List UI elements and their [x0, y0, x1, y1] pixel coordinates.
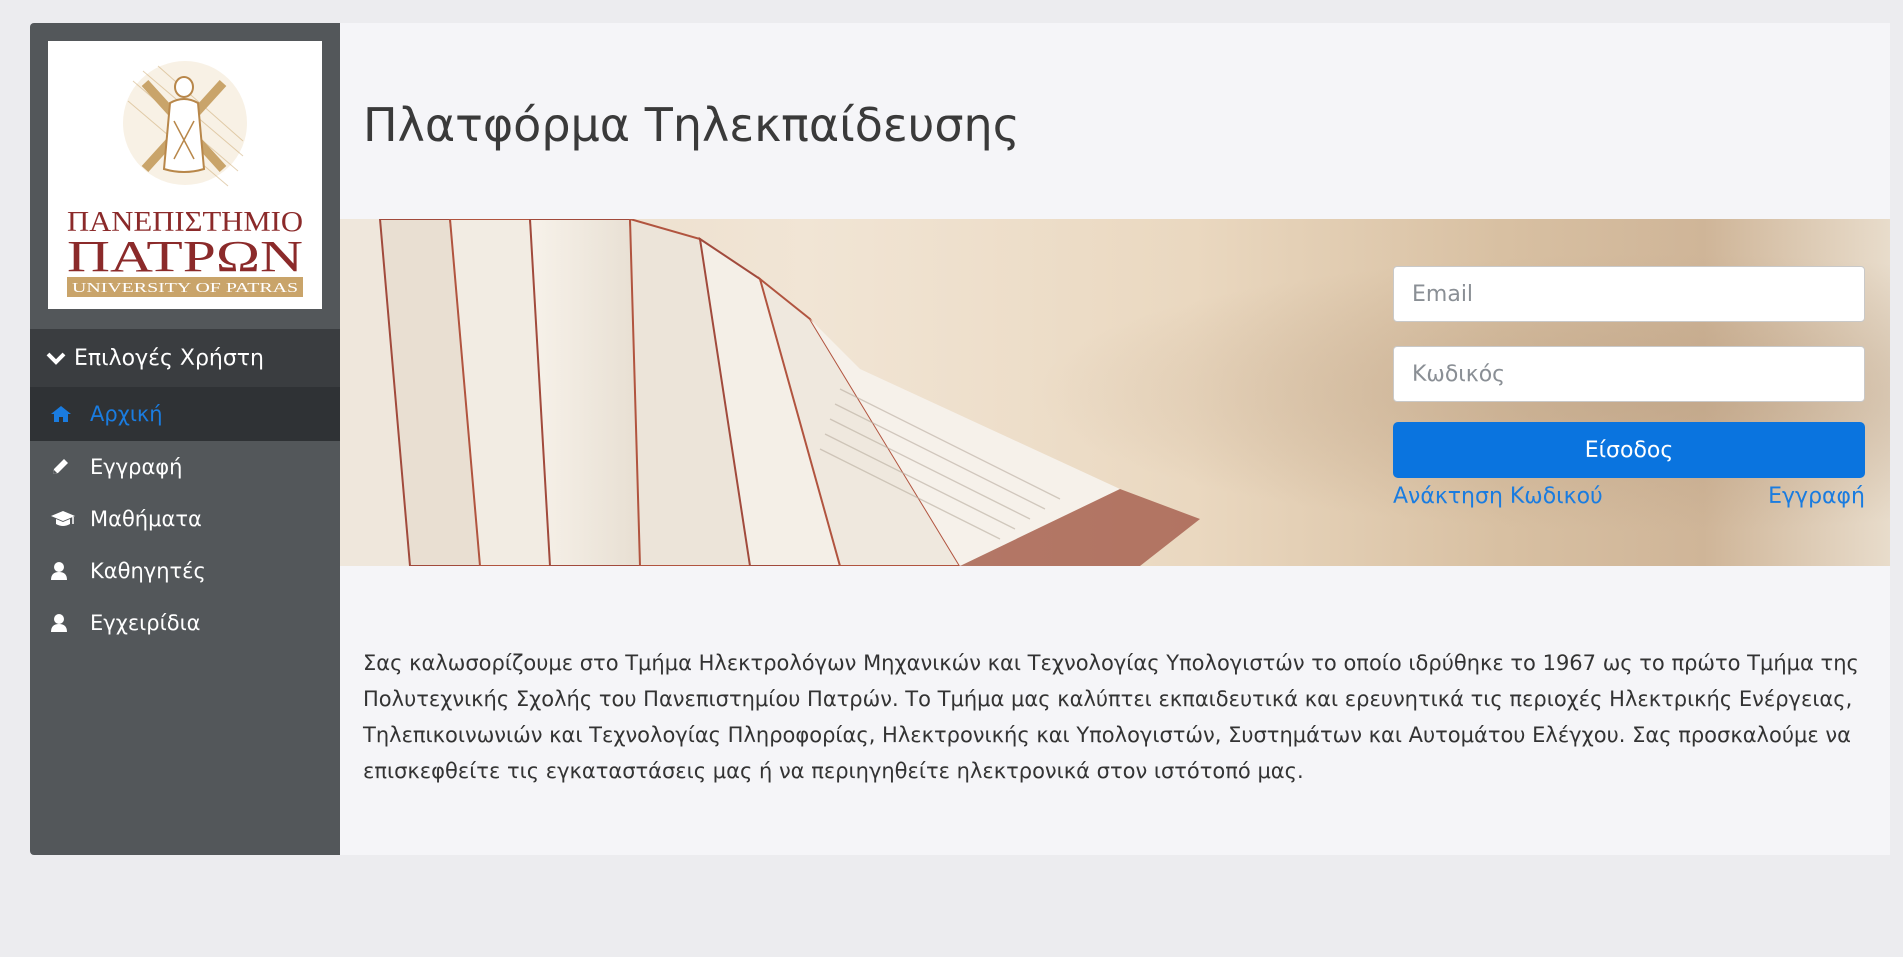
sidebar-item-label: Εγγραφή: [90, 455, 183, 479]
recover-password-link[interactable]: Ανάκτηση Κωδικού: [1393, 484, 1603, 509]
sidebar-item-label: Εγχειρίδια: [90, 611, 201, 635]
home-icon: [50, 405, 90, 423]
main-content: Πλατφόρμα Τηλεκπαίδευσης Email Είσοδος Α…: [340, 23, 1890, 855]
password-field[interactable]: [1412, 361, 1846, 387]
sidebar-item-register[interactable]: Εγγραφή: [30, 441, 340, 493]
email-field-wrapper: [1393, 266, 1865, 322]
intro-paragraph: Σας καλωσορίζουμε στο Τμήμα Ηλεκτρολόγων…: [363, 651, 1859, 783]
logo-line-3: UNIVERSITY OF PATRAS: [72, 281, 298, 296]
email-field[interactable]: [1412, 281, 1846, 307]
pencil-icon: [50, 457, 90, 477]
sidebar-item-label: Μαθήματα: [90, 507, 202, 531]
sidebar-item-home[interactable]: Αρχική: [30, 387, 340, 441]
chevron-down-icon: [46, 351, 66, 365]
sidebar-item-professors[interactable]: Καθηγητές: [30, 545, 340, 597]
university-seal-icon: ΠΑΝΕΠΙΣΤΗΜΙΟ ΠΑΤΡΩΝ UNIVERSITY OF PATRAS: [67, 61, 303, 297]
sidebar-item-label: Αρχική: [90, 402, 163, 426]
university-logo[interactable]: ΠΑΝΕΠΙΣΤΗΜΙΟ ΠΑΤΡΩΝ UNIVERSITY OF PATRAS: [48, 41, 322, 309]
graduation-cap-icon: [50, 510, 90, 528]
sidebar-item-label: Καθηγητές: [90, 559, 206, 583]
login-form: Είσοδος Ανάκτηση Κωδικού Εγγραφή: [1393, 266, 1865, 509]
user-icon: [50, 561, 90, 581]
page-title: Πλατφόρμα Τηλεκπαίδευσης: [363, 98, 1020, 152]
page-wrapper: ΠΑΝΕΠΙΣΤΗΜΙΟ ΠΑΤΡΩΝ UNIVERSITY OF PATRAS…: [30, 23, 1890, 855]
user-options-label: Επιλογές Χρήστη: [74, 345, 264, 371]
password-field-wrapper: [1393, 346, 1865, 402]
user-options-header[interactable]: Επιλογές Χρήστη: [30, 329, 340, 387]
register-link[interactable]: Εγγραφή: [1768, 484, 1865, 509]
login-button[interactable]: Είσοδος: [1393, 422, 1865, 478]
sidebar-menu: Αρχική Εγγραφή Μαθήματα Καθηγητές Εγχειρ…: [30, 387, 340, 649]
sidebar-item-manuals[interactable]: Εγχειρίδια: [30, 597, 340, 649]
sidebar: ΠΑΝΕΠΙΣΤΗΜΙΟ ΠΑΤΡΩΝ UNIVERSITY OF PATRAS…: [30, 23, 340, 855]
logo-line-2: ΠΑΤΡΩΝ: [67, 232, 303, 281]
sidebar-item-courses[interactable]: Μαθήματα: [30, 493, 340, 545]
user-icon: [50, 613, 90, 633]
hero-banner: Είσοδος Ανάκτηση Κωδικού Εγγραφή: [340, 219, 1890, 566]
login-links: Ανάκτηση Κωδικού Εγγραφή: [1393, 484, 1865, 509]
